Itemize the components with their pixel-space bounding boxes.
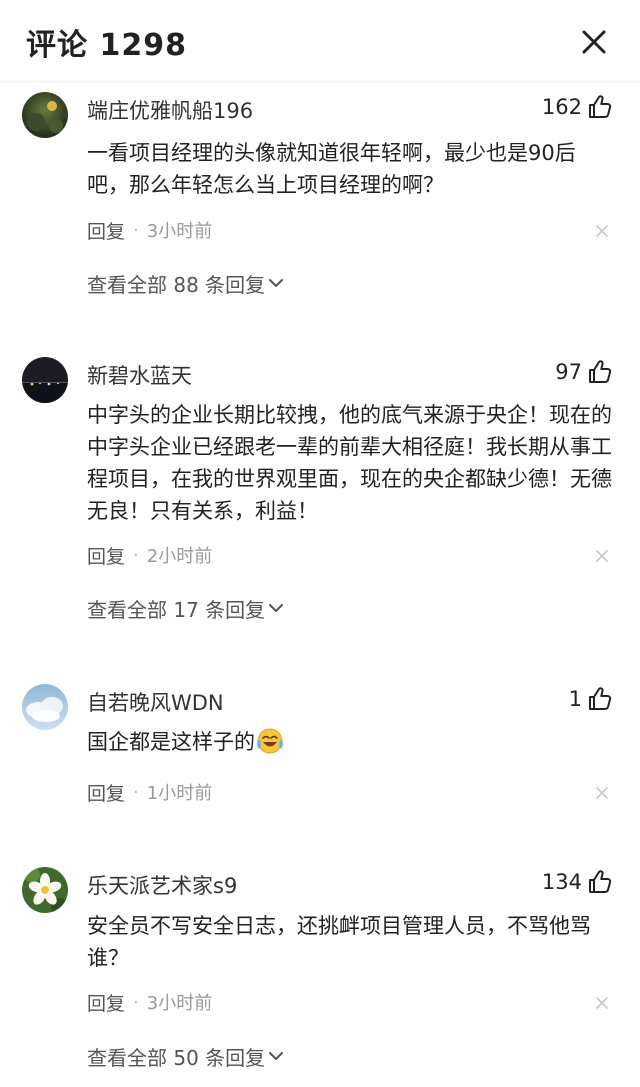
- comments-header: 评论 1298: [0, 0, 640, 82]
- thumbs-up-icon: [589, 687, 612, 710]
- like-button[interactable]: 134: [542, 868, 613, 896]
- comment-meta: 回复 · 1小时前: [87, 779, 212, 805]
- avatar[interactable]: [22, 867, 68, 913]
- like-count: 162: [541, 95, 582, 119]
- reply-button[interactable]: 回复: [87, 542, 125, 569]
- close-icon: [596, 225, 608, 237]
- view-all-replies-button[interactable]: 查看全部 17 条回复: [87, 593, 284, 623]
- like-count: 1: [568, 687, 582, 711]
- separator-dot: ·: [133, 991, 139, 1013]
- reply-button[interactable]: 回复: [87, 779, 125, 806]
- chevron-down-icon: [269, 604, 284, 612]
- timestamp: 1小时前: [146, 783, 213, 804]
- avatar[interactable]: [22, 684, 68, 730]
- comment-text: 中字头的企业长期比较拽，他的底气来源于央企！现在的中字头企业已经跟老一辈的前辈大…: [87, 403, 612, 523]
- dismiss-button[interactable]: [594, 785, 610, 801]
- timestamp: 2小时前: [146, 546, 213, 567]
- view-all-replies-label: 查看全部 17 条回复: [87, 597, 266, 622]
- username[interactable]: 自若晚风WDN: [87, 687, 224, 717]
- comment-meta: 回复 · 2小时前: [87, 542, 212, 568]
- reply-button[interactable]: 回复: [87, 217, 125, 244]
- comment-meta: 回复 · 3小时前: [87, 989, 212, 1015]
- username[interactable]: 端庄优雅帆船196: [87, 95, 253, 125]
- chevron-down-icon: [269, 279, 284, 287]
- close-icon: [596, 550, 608, 562]
- reply-button[interactable]: 回复: [87, 989, 125, 1016]
- timestamp: 3小时前: [146, 993, 213, 1014]
- like-count: 97: [555, 360, 582, 384]
- like-button[interactable]: 1: [569, 685, 613, 713]
- thumbs-up-icon: [589, 95, 612, 118]
- like-button[interactable]: 162: [542, 93, 613, 121]
- page-title: 评论 1298: [26, 28, 187, 63]
- dismiss-button[interactable]: [594, 548, 610, 564]
- dismiss-button[interactable]: [594, 223, 610, 239]
- timestamp: 3小时前: [146, 221, 213, 242]
- comment-text: 国企都是这样子的: [87, 726, 617, 758]
- thumbs-up-icon: [589, 870, 612, 893]
- username[interactable]: 新碧水蓝天: [87, 360, 192, 390]
- comment-text: 一看项目经理的头像就知道很年轻啊，最少也是90后吧，那么年轻怎么当上项目经理的啊…: [87, 141, 576, 197]
- dismiss-button[interactable]: [594, 995, 610, 1011]
- username[interactable]: 乐天派艺术家s9: [87, 870, 237, 900]
- close-icon: [596, 997, 608, 1009]
- chevron-down-icon: [269, 1052, 284, 1060]
- avatar[interactable]: [22, 357, 68, 403]
- view-all-replies-label: 查看全部 50 条回复: [87, 1045, 266, 1070]
- separator-dot: ·: [133, 781, 139, 803]
- close-icon: [596, 787, 608, 799]
- close-icon: [582, 30, 606, 54]
- view-all-replies-button[interactable]: 查看全部 50 条回复: [87, 1041, 284, 1071]
- separator-dot: ·: [133, 219, 139, 241]
- comment-text-content: 国企都是这样子的: [87, 730, 255, 754]
- separator-dot: ·: [133, 544, 139, 566]
- like-count: 134: [541, 870, 582, 894]
- close-button[interactable]: [574, 22, 614, 62]
- crying-laughing-emoji-icon: [255, 727, 285, 755]
- view-all-replies-label: 查看全部 88 条回复: [87, 272, 266, 297]
- avatar[interactable]: [22, 92, 68, 138]
- comment-meta: 回复 · 3小时前: [87, 217, 212, 243]
- comment-text: 安全员不写安全日志，还挑衅项目管理人员，不骂他骂谁？: [87, 914, 591, 970]
- thumbs-up-icon: [589, 360, 612, 383]
- view-all-replies-button[interactable]: 查看全部 88 条回复: [87, 268, 284, 298]
- like-button[interactable]: 97: [555, 358, 613, 386]
